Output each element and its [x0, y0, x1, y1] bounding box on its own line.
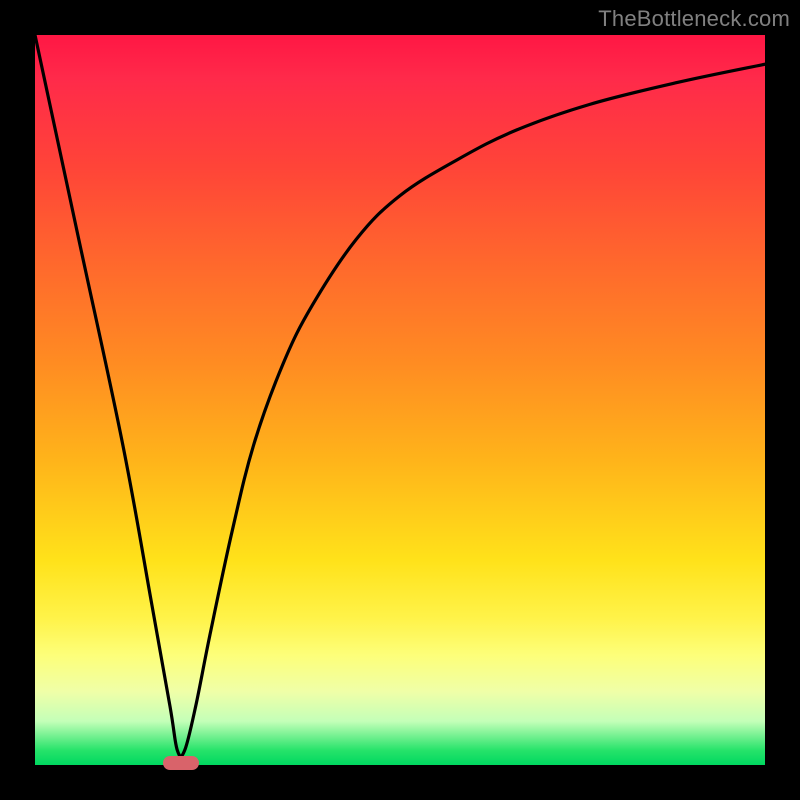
watermark-text: TheBottleneck.com [598, 6, 790, 32]
curve-svg [35, 35, 765, 765]
bottleneck-marker [163, 756, 200, 770]
chart-frame: TheBottleneck.com [0, 0, 800, 800]
plot-area [35, 35, 765, 765]
curve-path [35, 35, 765, 756]
